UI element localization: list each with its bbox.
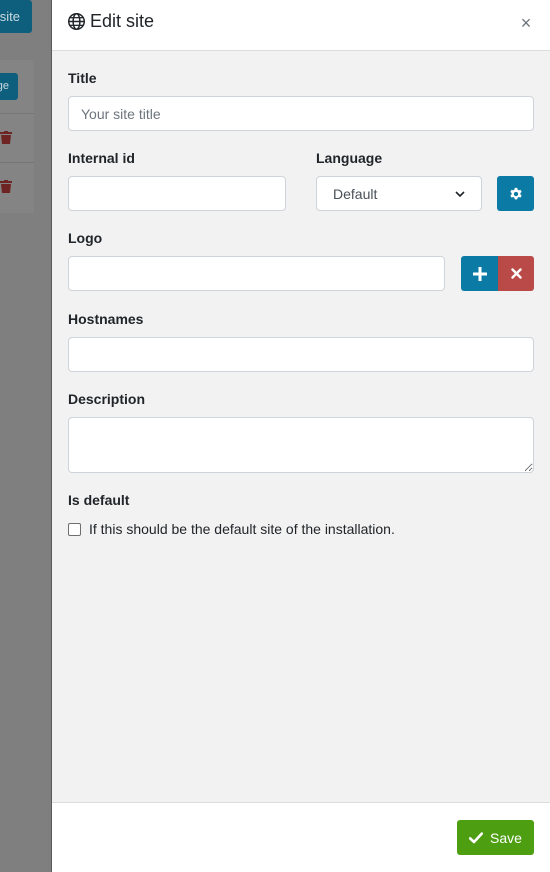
trash-icon — [0, 131, 12, 144]
remove-logo-button[interactable] — [498, 256, 534, 291]
hostnames-input[interactable] — [68, 337, 534, 372]
chevron-down-icon — [455, 190, 465, 197]
description-label: Description — [68, 391, 146, 407]
internal-id-label: Internal id — [68, 150, 135, 166]
panel-title-text: Edit site — [90, 11, 155, 31]
save-button[interactable]: Save — [457, 820, 534, 855]
edit-site-panel: Edit site × Title Internal id Language D… — [51, 0, 550, 872]
title-input[interactable] — [68, 96, 534, 131]
logo-input[interactable] — [68, 256, 445, 291]
language-selected-value: Default — [333, 185, 378, 202]
background-row-divider — [0, 162, 34, 163]
panel-footer: Save — [52, 802, 550, 872]
save-button-label: Save — [490, 829, 522, 846]
description-textarea[interactable] — [68, 417, 534, 473]
close-button[interactable]: × — [519, 13, 533, 33]
title-label: Title — [68, 70, 97, 86]
check-icon — [469, 831, 484, 843]
panel-title: Edit site — [68, 11, 154, 32]
gear-icon — [509, 187, 522, 199]
trash-icon — [0, 180, 12, 193]
is-default-checkbox-text: If this should be the default site of th… — [89, 521, 395, 537]
close-icon: × — [520, 13, 532, 33]
plus-icon — [472, 266, 487, 281]
logo-label: Logo — [68, 230, 103, 246]
language-settings-button[interactable] — [497, 176, 534, 211]
internal-id-input[interactable] — [68, 176, 286, 211]
language-label: Language — [316, 150, 383, 166]
background-add-site-button: site — [0, 0, 32, 33]
is-default-checkbox[interactable] — [68, 523, 81, 536]
background-page: site ge — [0, 0, 51, 872]
is-default-label: Is default — [68, 492, 130, 508]
add-logo-button[interactable] — [461, 256, 498, 291]
panel-header: Edit site × — [52, 0, 550, 51]
background-row-divider — [0, 113, 34, 114]
hostnames-label: Hostnames — [68, 311, 144, 327]
times-icon — [510, 268, 522, 279]
globe-icon — [68, 13, 85, 30]
background-manage-button: ge — [0, 73, 18, 100]
language-select[interactable]: Default — [316, 176, 482, 211]
